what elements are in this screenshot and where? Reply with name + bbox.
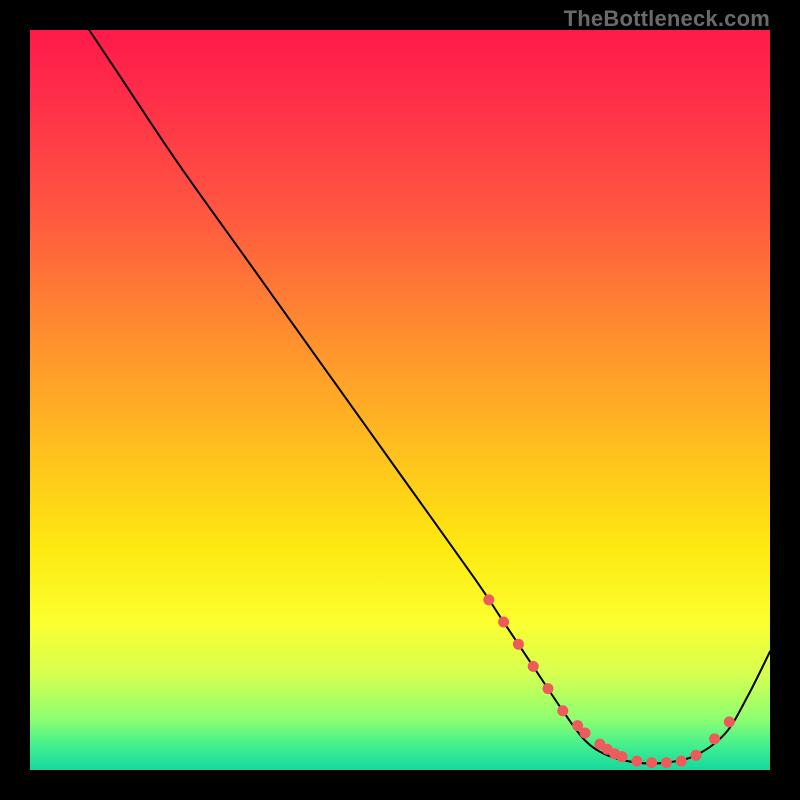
data-point	[557, 705, 568, 716]
scatter-points	[483, 594, 735, 768]
data-point	[709, 733, 720, 744]
data-point	[543, 683, 554, 694]
data-point	[631, 756, 642, 767]
line-series	[89, 30, 770, 764]
data-point	[676, 756, 687, 767]
chart-container: TheBottleneck.com	[0, 0, 800, 800]
data-point	[580, 728, 591, 739]
data-point	[691, 750, 702, 761]
data-point	[498, 617, 509, 628]
data-point	[483, 594, 494, 605]
data-point	[661, 757, 672, 768]
data-point	[724, 716, 735, 727]
chart-svg	[30, 30, 770, 770]
data-point	[513, 639, 524, 650]
data-point	[617, 751, 628, 762]
data-point	[528, 661, 539, 672]
watermark-text: TheBottleneck.com	[564, 6, 770, 32]
data-point	[646, 757, 657, 768]
plot-area	[30, 30, 770, 770]
